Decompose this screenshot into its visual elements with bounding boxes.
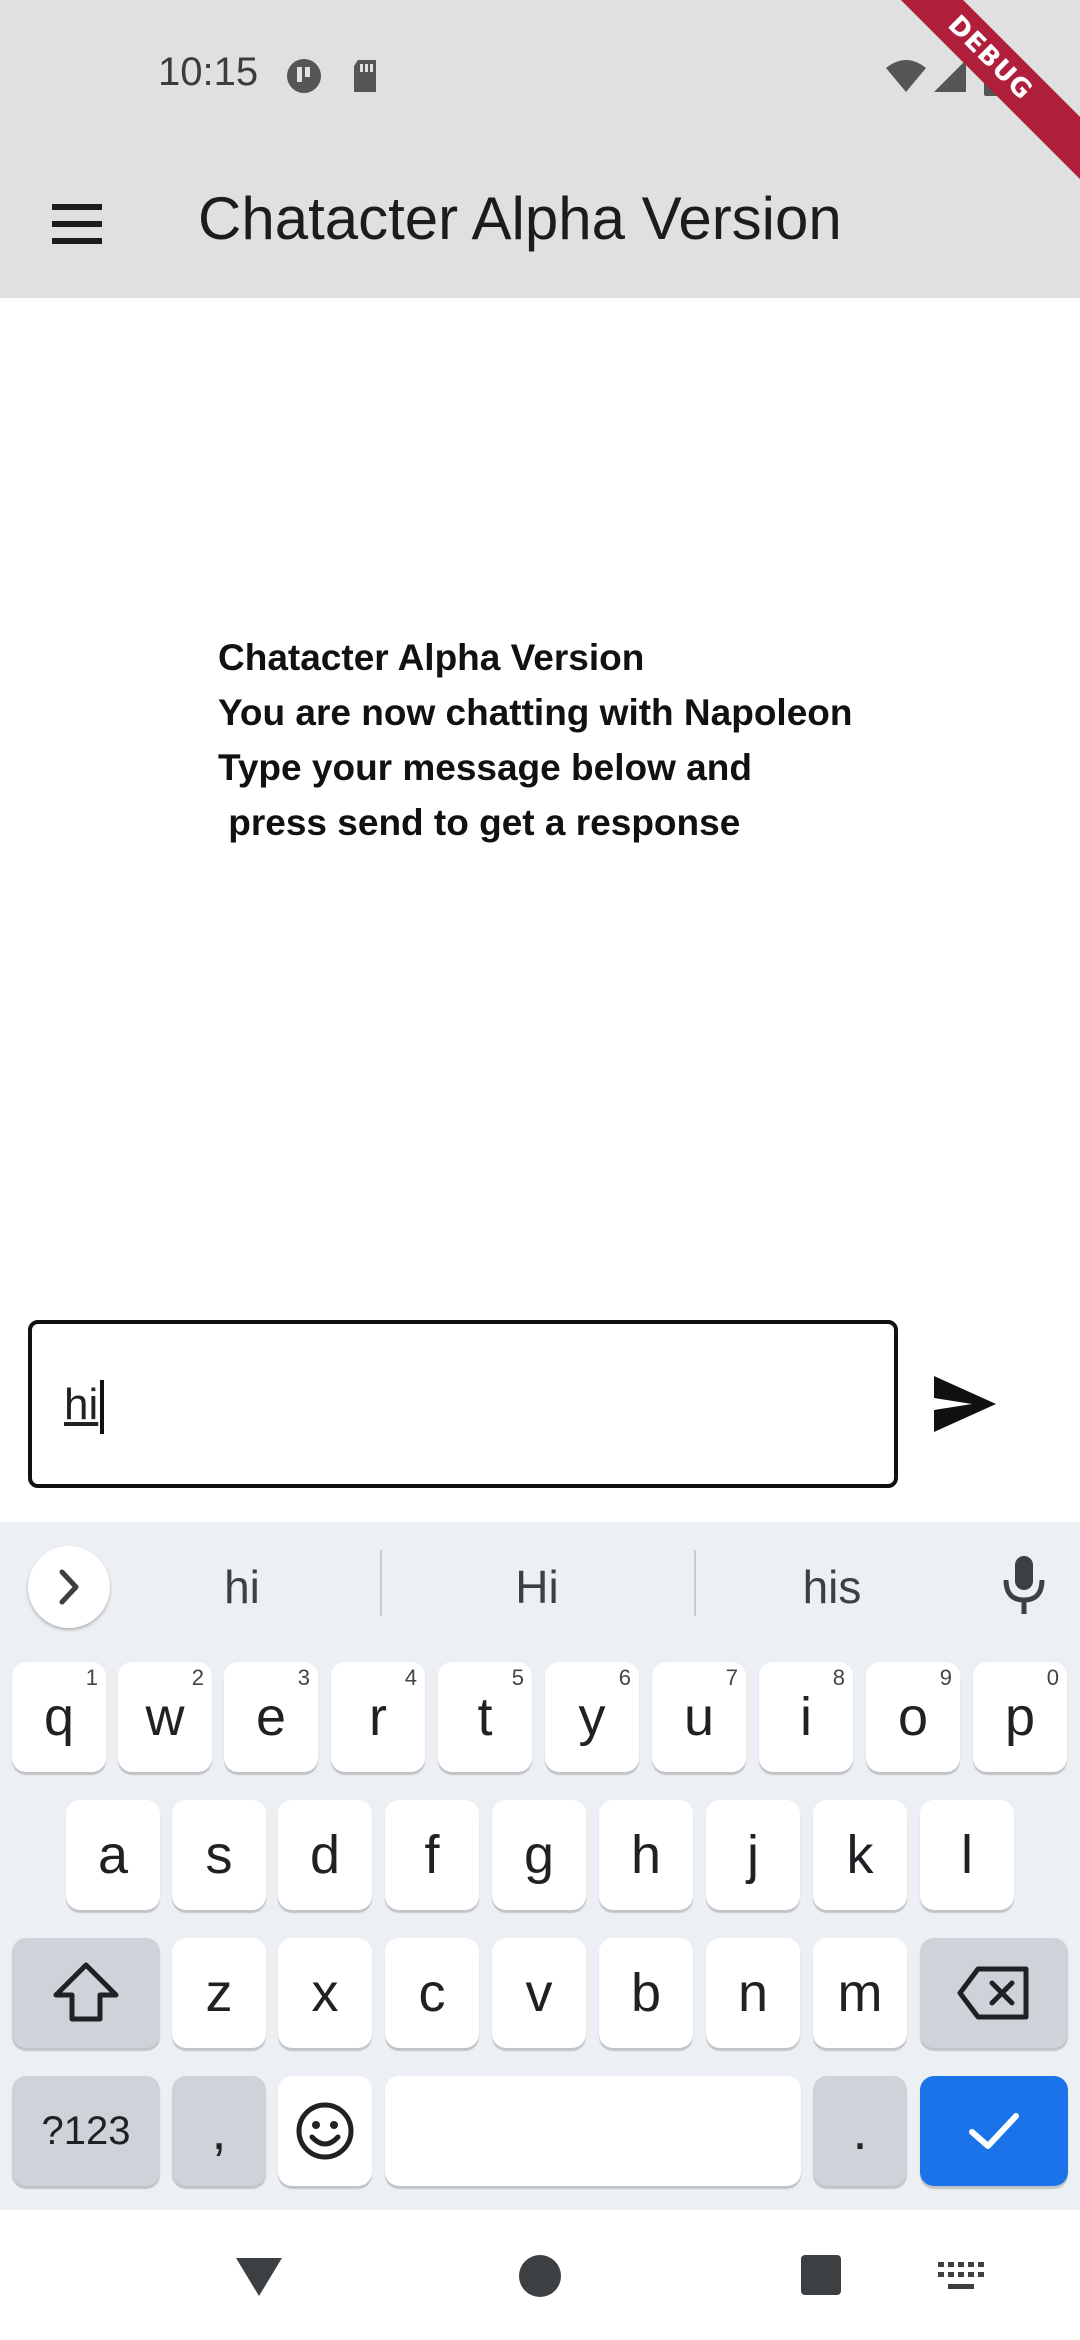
key-k[interactable]: k — [813, 1800, 907, 1910]
key-label: i — [800, 1687, 812, 1747]
enter-key[interactable] — [920, 2076, 1068, 2186]
key-v[interactable]: v — [492, 1938, 586, 2048]
key-a[interactable]: a — [66, 1800, 160, 1910]
key-n[interactable]: n — [706, 1938, 800, 2048]
key-o[interactable]: o9 — [866, 1662, 960, 1772]
key-hint: 0 — [1046, 1665, 1059, 1690]
signal-icon — [934, 60, 966, 92]
key-hint: 1 — [85, 1665, 98, 1690]
status-time: 10:15 — [158, 50, 259, 94]
key-d[interactable]: d — [278, 1800, 372, 1910]
key-i[interactable]: i8 — [759, 1662, 853, 1772]
key-label: e — [255, 1687, 287, 1747]
key-label: q — [43, 1687, 75, 1747]
key-label: w — [145, 1687, 185, 1747]
soft-keyboard: hi Hi his q1 w2 e3 r4 t5 y6 u7 i8 o9 p0 … — [0, 1522, 1080, 2210]
app-title: Chatacter Alpha Version — [198, 185, 842, 252]
key-hint: 5 — [511, 1665, 524, 1690]
key-label: y — [578, 1687, 606, 1747]
message-input-value[interactable]: hi — [64, 1380, 98, 1430]
backspace-key[interactable] — [920, 1938, 1068, 2048]
intro-line: You are now chatting with Napoleon — [218, 692, 853, 733]
suggestion-3[interactable]: his — [732, 1560, 932, 1614]
key-c[interactable]: c — [385, 1938, 479, 2048]
suggestion-2[interactable]: Hi — [437, 1560, 637, 1614]
key-f[interactable]: f — [385, 1800, 479, 1910]
key-u[interactable]: u7 — [652, 1662, 746, 1772]
suggestion-divider — [380, 1550, 382, 1616]
back-icon[interactable] — [234, 2254, 284, 2298]
suggestion-expand-button[interactable] — [28, 1546, 110, 1628]
key-j[interactable]: j — [706, 1800, 800, 1910]
emoji-key[interactable] — [278, 2076, 372, 2186]
menu-icon[interactable] — [40, 190, 116, 258]
period-key[interactable]: . — [813, 2076, 907, 2186]
backspace-icon — [957, 1966, 1029, 2020]
key-label: t — [477, 1687, 493, 1747]
key-hint: 8 — [832, 1665, 845, 1690]
key-t[interactable]: t5 — [438, 1662, 532, 1772]
suggestion-divider — [694, 1550, 696, 1616]
key-e[interactable]: e3 — [224, 1662, 318, 1772]
checkmark-icon — [969, 2113, 1019, 2149]
key-label: r — [369, 1687, 387, 1747]
symbols-key[interactable]: ?123 — [12, 2076, 160, 2186]
key-label: u — [683, 1687, 715, 1747]
sd-card-icon — [354, 60, 376, 92]
text-cursor — [100, 1380, 104, 1434]
key-m[interactable]: m — [813, 1938, 907, 2048]
chevron-right-icon — [59, 1569, 79, 1605]
key-hint: 7 — [725, 1665, 738, 1690]
key-hint: 9 — [939, 1665, 952, 1690]
emoji-icon — [296, 2102, 354, 2160]
comma-key[interactable]: , — [172, 2076, 266, 2186]
key-b[interactable]: b — [599, 1938, 693, 2048]
key-q[interactable]: q1 — [12, 1662, 106, 1772]
message-input[interactable]: hi — [28, 1320, 898, 1488]
key-s[interactable]: s — [172, 1800, 266, 1910]
key-y[interactable]: y6 — [545, 1662, 639, 1772]
send-icon[interactable] — [928, 1372, 1000, 1436]
intro-text: Chatacter Alpha Version You are now chatt… — [218, 630, 958, 850]
shift-key[interactable] — [12, 1938, 160, 2048]
key-hint: 3 — [297, 1665, 310, 1690]
key-p[interactable]: p0 — [973, 1662, 1067, 1772]
key-z[interactable]: z — [172, 1938, 266, 2048]
wifi-icon — [886, 60, 926, 92]
key-r[interactable]: r4 — [331, 1662, 425, 1772]
key-l[interactable]: l — [920, 1800, 1014, 1910]
suggestion-1[interactable]: hi — [142, 1560, 342, 1614]
app-bar: Chatacter Alpha Version — [0, 150, 1080, 298]
microphone-icon[interactable] — [996, 1552, 1052, 1618]
app-notification-icon — [287, 59, 321, 93]
key-hint: 6 — [618, 1665, 631, 1690]
key-hint: 4 — [404, 1665, 417, 1690]
key-hint: 2 — [191, 1665, 204, 1690]
key-label: p — [1004, 1687, 1036, 1747]
key-w[interactable]: w2 — [118, 1662, 212, 1772]
navigation-bar — [0, 2210, 1080, 2340]
intro-line: press send to get a response — [218, 802, 741, 843]
recents-icon[interactable] — [800, 2254, 842, 2296]
key-x[interactable]: x — [278, 1938, 372, 2048]
status-bar: 10:15 — [0, 0, 1080, 150]
key-g[interactable]: g — [492, 1800, 586, 1910]
key-h[interactable]: h — [599, 1800, 693, 1910]
space-key[interactable] — [385, 2076, 801, 2186]
home-icon[interactable] — [518, 2254, 562, 2298]
intro-line: Type your message below and — [218, 747, 752, 788]
keyboard-switch-icon[interactable] — [936, 2260, 986, 2294]
intro-line: Chatacter Alpha Version — [218, 637, 645, 678]
key-label: o — [897, 1687, 929, 1747]
shift-icon — [53, 1962, 119, 2022]
